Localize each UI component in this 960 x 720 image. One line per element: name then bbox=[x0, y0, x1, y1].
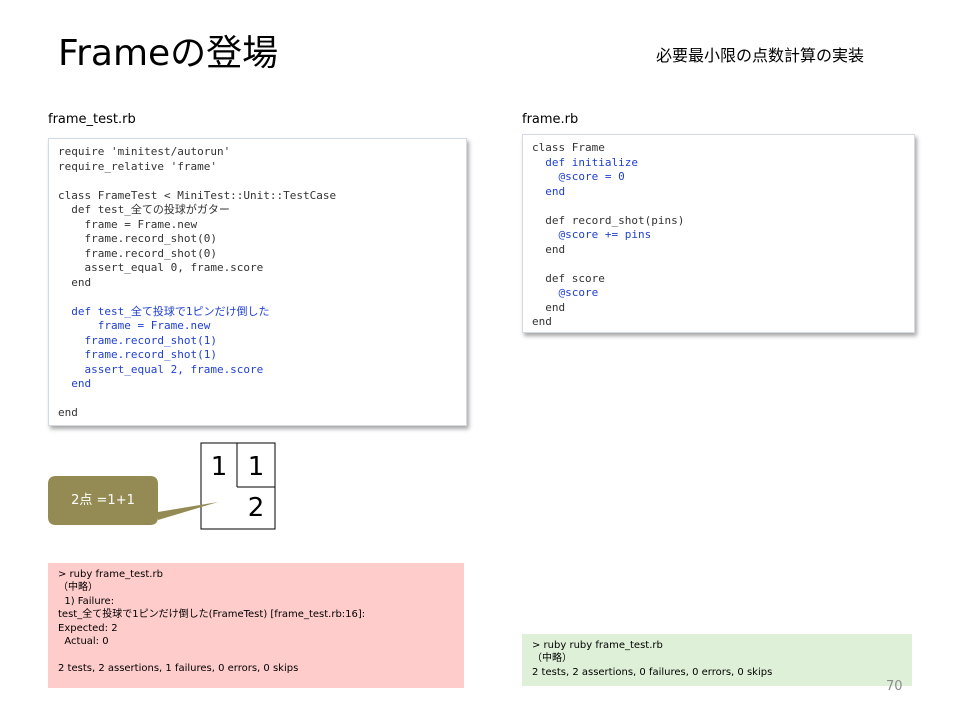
output-line: test_全て投球で1ピンだけ倒した(FrameTest) [frame_tes… bbox=[58, 609, 366, 621]
output-line: Actual: 0 bbox=[58, 635, 109, 647]
output-line: Expected: 2 bbox=[58, 622, 118, 634]
failure-output: > ruby frame_test.rb （中略） 1) Failure: test… bbox=[48, 563, 464, 688]
output-line: > ruby frame_test.rb bbox=[58, 569, 163, 580]
output-line: > ruby ruby frame_test.rb bbox=[532, 640, 663, 651]
output-line: （中略） bbox=[58, 582, 98, 594]
success-output: > ruby ruby frame_test.rb （中略） 2 tests, 2 … bbox=[522, 634, 912, 686]
callout-text: 2点 =1+1 bbox=[71, 493, 135, 508]
page-number: 70 bbox=[886, 679, 903, 694]
output-line: 2 tests, 2 assertions, 1 failures, 0 err… bbox=[58, 662, 299, 674]
output-line: （中略） bbox=[532, 653, 572, 665]
output-line: 2 tests, 2 assertions, 0 failures, 0 err… bbox=[532, 666, 773, 678]
output-line: 1) Failure: bbox=[58, 595, 115, 607]
